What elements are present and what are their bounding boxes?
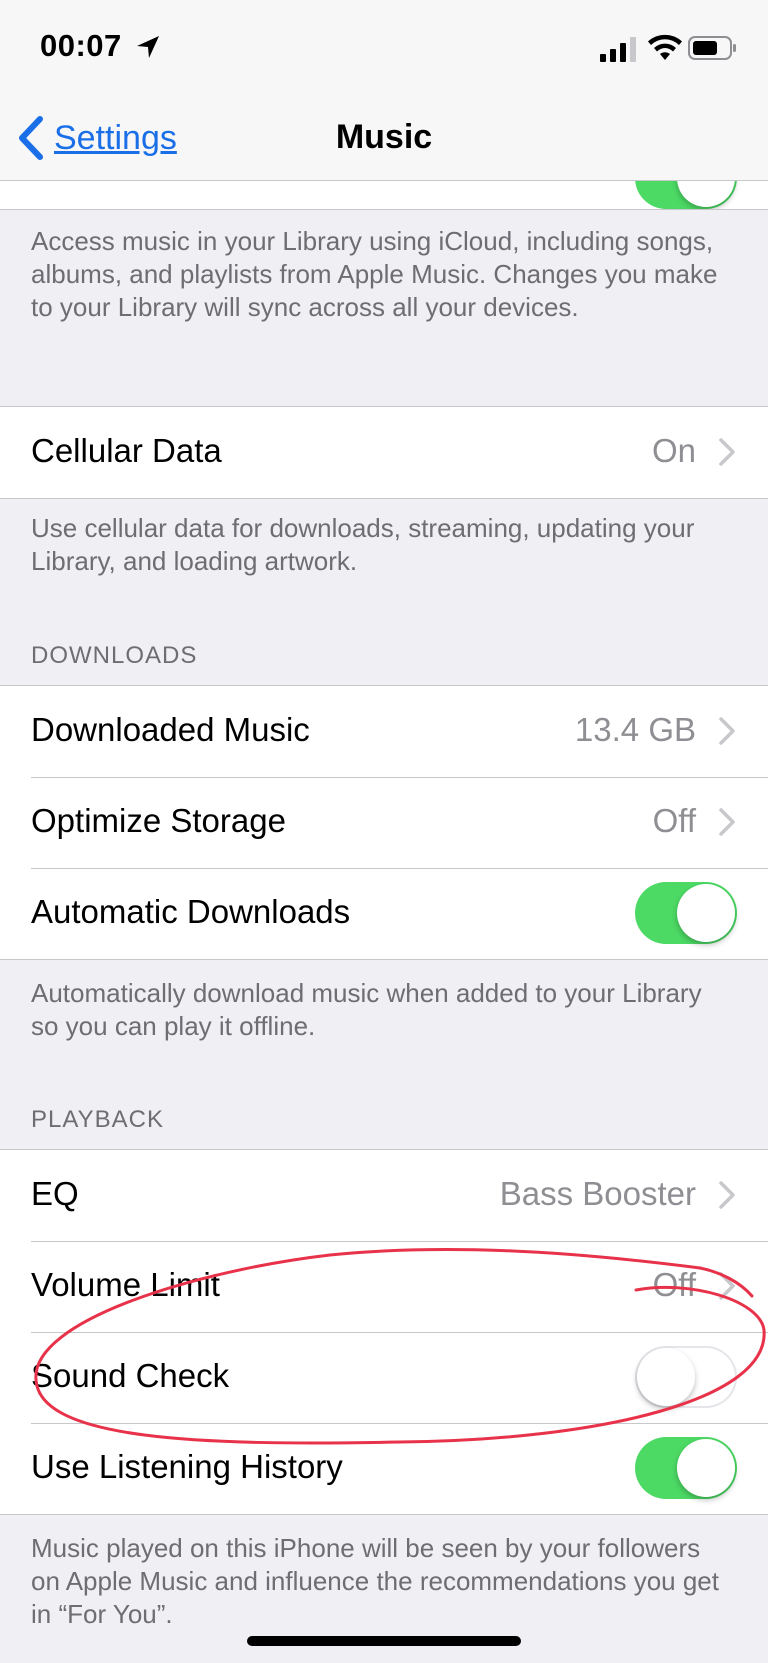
cellular-signal-icon xyxy=(600,37,636,62)
toggle-knob xyxy=(677,884,735,942)
volume-limit-row[interactable]: Volume Limit Off xyxy=(0,1241,768,1332)
toggle-knob xyxy=(677,1439,735,1497)
status-bar: 00:07 xyxy=(0,0,768,96)
listening-history-row: Use Listening History xyxy=(0,1423,768,1514)
sync-library-toggle[interactable] xyxy=(635,181,737,209)
optimize-storage-label: Optimize Storage xyxy=(31,802,286,839)
downloaded-music-value: 13.4 GB xyxy=(574,711,696,748)
navigation-bar: Settings Music xyxy=(0,96,768,181)
chevron-right-icon xyxy=(719,1272,735,1300)
cellular-data-value: On xyxy=(651,432,696,469)
volume-limit-value: Off xyxy=(652,1266,696,1303)
sound-check-label: Sound Check xyxy=(31,1357,230,1394)
chevron-right-icon xyxy=(719,438,735,466)
wifi-icon xyxy=(648,34,682,60)
cellular-footnote: Use cellular data for downloads, streami… xyxy=(31,513,695,576)
eq-value: Bass Booster xyxy=(499,1175,696,1212)
chevron-right-icon xyxy=(719,1181,735,1209)
automatic-downloads-row: Automatic Downloads xyxy=(0,868,768,959)
home-indicator xyxy=(247,1636,521,1646)
volume-limit-label: Volume Limit xyxy=(31,1266,220,1303)
playback-section-header: PLAYBACK xyxy=(31,1106,164,1133)
listening-history-toggle[interactable] xyxy=(635,1437,737,1499)
status-time: 00:07 xyxy=(40,28,122,63)
toggle-knob xyxy=(677,181,735,207)
cellular-data-row[interactable]: Cellular Data On xyxy=(0,407,768,498)
sound-check-row: Sound Check xyxy=(0,1332,768,1423)
downloads-footnote: Automatically download music when added … xyxy=(31,978,702,1041)
eq-label: EQ xyxy=(31,1175,79,1212)
downloaded-music-label: Downloaded Music xyxy=(31,711,310,748)
automatic-downloads-toggle[interactable] xyxy=(635,882,737,944)
sync-library-group xyxy=(0,181,768,210)
downloads-section-header: DOWNLOADS xyxy=(31,642,198,669)
optimize-storage-row[interactable]: Optimize Storage Off xyxy=(0,777,768,868)
chevron-right-icon xyxy=(719,717,735,745)
toggle-knob xyxy=(637,1348,695,1406)
battery-icon xyxy=(688,36,736,60)
sync-library-footnote: Access music in your Library using iClou… xyxy=(31,226,718,322)
playback-group: EQ Bass Booster Volume Limit Off Sound C… xyxy=(0,1149,768,1515)
cellular-group: Cellular Data On xyxy=(0,406,768,499)
downloads-group: Downloaded Music 13.4 GB Optimize Storag… xyxy=(0,685,768,960)
chevron-right-icon xyxy=(719,808,735,836)
page-title: Music xyxy=(335,118,433,156)
location-arrow-icon xyxy=(137,36,159,58)
eq-row[interactable]: EQ Bass Booster xyxy=(0,1150,768,1241)
sound-check-toggle[interactable] xyxy=(635,1346,737,1408)
listening-history-label: Use Listening History xyxy=(31,1448,343,1485)
optimize-storage-value: Off xyxy=(652,802,696,839)
cellular-data-label: Cellular Data xyxy=(31,432,222,469)
playback-footnote: Music played on this iPhone will be seen… xyxy=(31,1533,719,1629)
automatic-downloads-label: Automatic Downloads xyxy=(31,893,351,930)
downloaded-music-row[interactable]: Downloaded Music 13.4 GB xyxy=(0,686,768,777)
